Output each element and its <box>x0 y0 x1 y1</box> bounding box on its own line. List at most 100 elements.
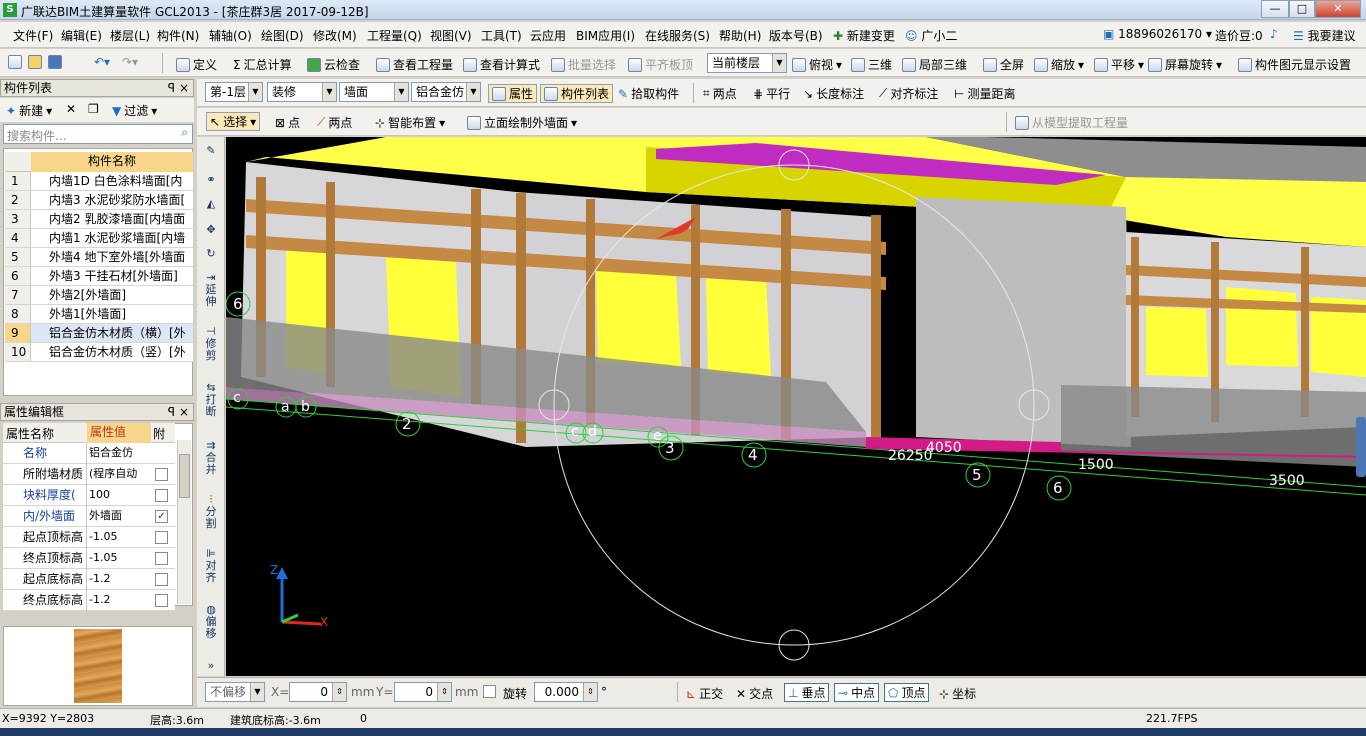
3d-viewport[interactable]: 2 3 4 5 6 6 a b c d e c 4050 26250 1500 … <box>226 137 1366 676</box>
prop-close-icon[interactable]: × <box>179 404 189 420</box>
property-row[interactable]: 终点底标高 -1.2 <box>3 590 175 611</box>
select-button[interactable]: ↖ 选择 ▾ <box>206 112 261 131</box>
property-row[interactable]: 名称 铝合金仿 <box>3 443 175 464</box>
offset-select[interactable]: 不偏移 ▼ <box>205 682 265 702</box>
save-icon[interactable] <box>48 55 62 69</box>
member-row[interactable]: 6 外墙3 干挂石材[外墙面] <box>5 267 193 286</box>
member-row[interactable]: 5 外墙4 地下室外墙[外墙面 <box>5 248 193 267</box>
property-checkbox[interactable] <box>155 594 168 607</box>
viewport-scroll-handle[interactable] <box>1356 417 1366 477</box>
coord-button[interactable]: ⊹ 坐标 <box>939 685 976 702</box>
menu-view[interactable]: 视图(V) <box>430 27 472 44</box>
batch-select-button[interactable]: 批量选择 <box>551 56 616 73</box>
move-icon[interactable]: ✥ <box>200 224 222 236</box>
rotate-screen-button[interactable]: 屏幕旋转 ▾ <box>1148 56 1222 73</box>
extend-tool[interactable]: ⇥ 延伸 <box>200 272 222 308</box>
member-row[interactable]: 2 内墙3 水泥砂浆防水墙面[ <box>5 191 193 210</box>
y-input[interactable]: 0 ⇕ <box>394 682 452 702</box>
member-search[interactable]: 搜索构件... ⌕ <box>3 124 193 144</box>
view-formula-button[interactable]: 查看计算式 <box>463 56 540 73</box>
two-points-dim-button[interactable]: ⌗ 两点 <box>703 85 737 102</box>
vertex-button[interactable]: ⬠ 顶点 <box>884 683 930 702</box>
member-row[interactable]: 9 铝合金仿木材质（横）[外 <box>5 324 193 343</box>
perpendicular-button[interactable]: ⊥ 垂点 <box>784 683 830 702</box>
copy-member-icon[interactable]: ❐ <box>88 102 99 116</box>
extract-quantity-button[interactable]: 从模型提取工程量 <box>1015 114 1128 131</box>
menu-edit[interactable]: 编辑(E) <box>61 27 102 44</box>
prop-scrollbar[interactable] <box>177 440 191 604</box>
trim-tool[interactable]: ⊣ 修剪 <box>200 326 222 362</box>
intersect-button[interactable]: ✕ 交点 <box>736 685 773 702</box>
view-quantity-button[interactable]: 查看工程量 <box>376 56 453 73</box>
category-select[interactable]: 装修 ▼ <box>267 82 337 102</box>
property-row[interactable]: 块料厚度(100 <box>3 485 175 506</box>
property-value[interactable]: -1.2 <box>89 569 151 589</box>
search-icon[interactable]: ⌕ <box>181 125 188 140</box>
panel-close-icon[interactable]: × <box>179 80 189 96</box>
property-row[interactable]: 起点底标高 -1.2 <box>3 569 175 590</box>
floor-select[interactable]: 第-1层 ▼ <box>205 82 263 102</box>
property-checkbox[interactable] <box>155 468 168 481</box>
elevation-draw-button[interactable]: 立面绘制外墙面 ▾ <box>467 114 577 131</box>
new-member-button[interactable]: ✦ 新建 ▾ <box>6 102 52 119</box>
fullscreen-button[interactable]: 全屏 <box>983 56 1024 73</box>
menu-draw[interactable]: 绘图(D) <box>261 27 304 44</box>
member-row[interactable]: 1 内墙1D 白色涂料墙面[内 <box>5 172 193 191</box>
ortho-button[interactable]: ⊾ 正交 <box>686 685 723 702</box>
account-phone[interactable]: ▣ 18896026170 ▾ <box>1103 27 1212 41</box>
rotate-tool-icon[interactable]: ↻ <box>200 248 222 260</box>
filter-button[interactable]: ▼ 过滤 ▾ <box>112 102 157 119</box>
property-row[interactable]: 所附墙材质 (程序自动 <box>3 464 175 485</box>
menu-modify[interactable]: 修改(M) <box>313 27 357 44</box>
menu-assistant[interactable]: ☺ 广小二 <box>905 27 957 44</box>
menu-axis[interactable]: 辅轴(O) <box>209 27 252 44</box>
delete-member-icon[interactable]: ✕ <box>66 102 76 116</box>
menu-quantity[interactable]: 工程量(Q) <box>367 27 422 44</box>
two-points-button[interactable]: ⟋ 两点 <box>317 114 352 131</box>
pick-member-button[interactable]: ✎ 拾取构件 <box>618 85 679 102</box>
property-value[interactable]: 外墙面 <box>89 506 151 526</box>
redo-icon[interactable]: ↷▾ <box>122 55 138 69</box>
menu-floor[interactable]: 楼层(L) <box>110 27 150 44</box>
property-checkbox[interactable] <box>155 489 168 502</box>
offset-tool[interactable]: ◍ 偏移 <box>200 604 222 640</box>
member-row[interactable]: 4 内墙1 水泥砂浆墙面[内墙 <box>5 229 193 248</box>
local-3d-button[interactable]: 局部三维 <box>902 56 967 73</box>
merge-tool[interactable]: ⇉ 合并 <box>200 440 222 476</box>
top-view-button[interactable]: 俯视 ▾ <box>792 56 842 73</box>
mirror-icon[interactable]: ◭ <box>200 198 222 210</box>
bell-icon[interactable]: ♪ <box>1270 27 1278 41</box>
display-settings-button[interactable]: 构件图元显示设置 <box>1238 56 1351 73</box>
menu-bim[interactable]: BIM应用(I) <box>576 27 635 44</box>
sum-button[interactable]: Σ 汇总计算 <box>233 56 292 73</box>
maximize-button[interactable]: □ <box>1289 0 1315 18</box>
parallel-button[interactable]: ⋕ 平行 <box>753 85 790 102</box>
open-file-icon[interactable] <box>28 55 42 69</box>
x-input[interactable]: 0 ⇕ <box>289 682 347 702</box>
align-dim-button[interactable]: ⟋ 对齐标注 <box>879 85 938 102</box>
menu-file[interactable]: 文件(F) <box>13 27 53 44</box>
menu-online[interactable]: 在线服务(S) <box>645 27 710 44</box>
property-value[interactable]: -1.05 <box>89 527 151 547</box>
property-value[interactable]: -1.2 <box>89 590 151 610</box>
property-checkbox[interactable] <box>155 573 168 586</box>
menu-help[interactable]: 帮助(H) <box>719 27 761 44</box>
property-checkbox[interactable] <box>155 531 168 544</box>
property-value[interactable]: (程序自动 <box>89 464 151 484</box>
prop-pin-icon[interactable]: ꟼ <box>168 404 175 420</box>
property-row[interactable]: 终点顶标高 -1.05 <box>3 548 175 569</box>
pan-button[interactable]: 平移 ▾ <box>1094 56 1144 73</box>
property-checkbox[interactable] <box>155 552 168 565</box>
flat-slab-button[interactable]: 平齐板顶 <box>628 56 693 73</box>
rotate-checkbox[interactable] <box>483 685 496 698</box>
property-row[interactable]: 内/外墙面 外墙面 ✓ <box>3 506 175 527</box>
floor-scope-select[interactable]: 当前楼层 ▼ <box>707 53 787 73</box>
property-value[interactable]: -1.05 <box>89 548 151 568</box>
smart-layout-button[interactable]: ⊹ 智能布置 ▾ <box>375 114 445 131</box>
point-button[interactable]: ⊠ 点 <box>275 114 300 131</box>
zoom-button[interactable]: 缩放 ▾ <box>1034 56 1084 73</box>
property-value[interactable]: 铝合金仿 <box>89 443 151 463</box>
menu-version[interactable]: 版本号(B) <box>769 27 823 44</box>
rotate-input[interactable]: 0.000 ⇕ <box>534 682 598 702</box>
define-button[interactable]: 定义 <box>176 56 217 73</box>
